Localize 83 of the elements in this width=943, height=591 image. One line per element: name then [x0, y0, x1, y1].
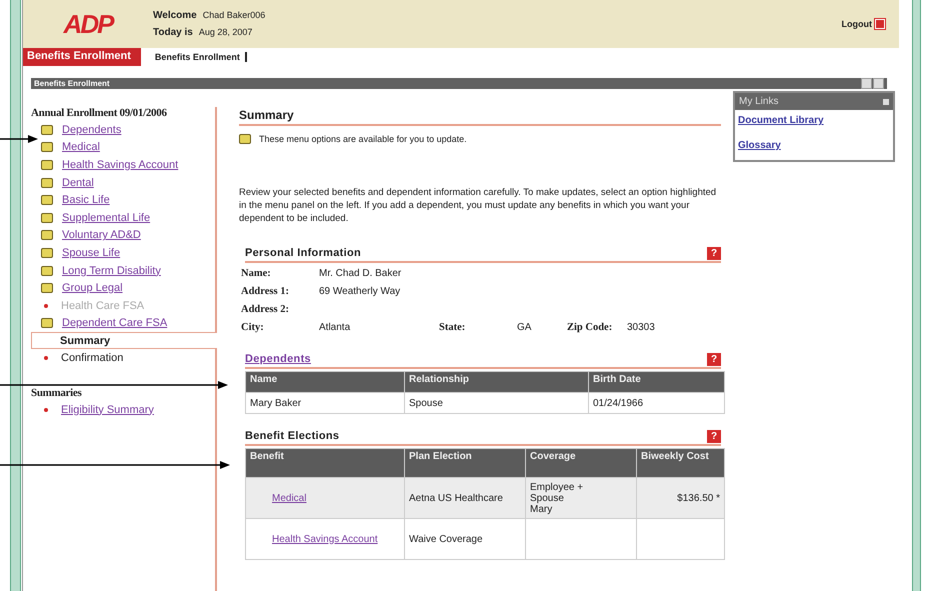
- field-label: Zip Code:: [567, 321, 614, 335]
- help-button[interactable]: ?: [707, 246, 721, 260]
- menu-link[interactable]: Supplemental Life: [62, 212, 150, 224]
- sidebar-heading: Annual Enrollment 09/01/2006: [31, 107, 168, 119]
- menu-link[interactable]: Voluntary AD&D: [62, 229, 141, 242]
- available-icon: [239, 134, 251, 144]
- bullet-icon: [44, 356, 48, 360]
- available-icon: [41, 142, 53, 152]
- available-icon: [41, 160, 53, 170]
- field-value: Mr. Chad D. Baker: [319, 267, 402, 281]
- available-icon: [41, 283, 53, 294]
- menu-link[interactable]: Medical: [62, 141, 100, 154]
- field-label: Address 1:: [241, 285, 290, 299]
- logout-link[interactable]: Logout: [842, 19, 885, 29]
- table-cell: $136.50 *: [636, 478, 724, 518]
- panel-title: Benefits Enrollment: [34, 79, 110, 88]
- legend-text: These menu options are available for you to update.: [259, 134, 467, 144]
- available-icon: [41, 124, 53, 135]
- menu-link[interactable]: Dental: [62, 176, 94, 189]
- intro-text: Review your selected benefits and dependent information carefully. To make updates, select an option highlighted in the menu panel on the left. If you add a dependent, you must update any benefits in which you want your dependent to be included.: [239, 186, 718, 225]
- column-header: Coverage: [526, 448, 636, 478]
- table-cell: Mary Baker: [246, 392, 404, 414]
- welcome-label: Welcome: [153, 10, 197, 21]
- table-cell: 01/24/1966: [588, 392, 724, 414]
- column-header: Biweekly Cost: [636, 448, 724, 478]
- menu-link[interactable]: Spouse Life: [62, 246, 120, 259]
- maximize-icon[interactable]: [861, 78, 872, 89]
- panel-heading: My Links: [739, 96, 778, 107]
- menu-link[interactable]: Group Legal: [62, 282, 123, 294]
- sidebar-link[interactable]: Document Library: [738, 115, 824, 126]
- arrow: [0, 135, 38, 143]
- column-header: Relationship: [404, 372, 588, 392]
- active-tab[interactable]: Benefits Enrollment: [23, 48, 141, 66]
- available-icon: [41, 230, 53, 240]
- column-header: Name: [246, 372, 404, 392]
- available-icon: [41, 266, 53, 276]
- user-name: Chad Baker006: [202, 10, 266, 20]
- field-label: Address 2:: [241, 303, 290, 317]
- bullet-icon: [44, 304, 48, 308]
- section-link[interactable]: Dependents: [245, 353, 311, 365]
- section-heading: Personal Information: [245, 247, 362, 259]
- benefit-link[interactable]: Medical: [272, 492, 306, 504]
- sidebar-heading: Summaries: [31, 386, 82, 399]
- current-date: Aug 28, 2007: [198, 27, 252, 37]
- field-value: 69 Weatherly Way: [319, 285, 402, 299]
- available-icon: [41, 318, 53, 328]
- field-value: GA: [517, 321, 532, 335]
- field-value: Atlanta: [319, 321, 352, 335]
- available-icon: [41, 212, 53, 223]
- collapse-icon[interactable]: [883, 98, 889, 104]
- logout-icon: [875, 19, 885, 29]
- table-cell: Waive Coverage: [404, 518, 526, 560]
- table-cell: Employee + Spouse Mary: [526, 478, 636, 518]
- section-heading: Benefit Elections: [245, 430, 340, 442]
- table-cell: Spouse: [404, 392, 588, 414]
- menu-link[interactable]: Long Term Disability: [62, 264, 161, 277]
- benefit-link[interactable]: Health Savings Account: [272, 534, 378, 544]
- available-icon: [41, 195, 53, 206]
- column-header: Birth Date: [588, 372, 724, 392]
- column-header: Benefit: [246, 448, 404, 478]
- table-cell: Aetna US Healthcare: [404, 478, 526, 518]
- sidebar-link[interactable]: Glossary: [738, 140, 781, 151]
- field-label: City:: [241, 321, 265, 335]
- menu-item[interactable]: Summary: [60, 334, 110, 347]
- menu-link[interactable]: Dependents: [62, 124, 122, 136]
- date-label: Today is: [153, 27, 193, 38]
- help-button[interactable]: ?: [707, 430, 721, 442]
- minimize-icon[interactable]: [873, 78, 884, 89]
- available-icon: [41, 178, 53, 188]
- menu-link[interactable]: Dependent Care FSA: [62, 317, 168, 330]
- field-value: 30303: [627, 321, 656, 335]
- menu-link[interactable]: Eligibility Summary: [61, 404, 154, 416]
- bullet-icon: [44, 408, 48, 412]
- page-title: Summary: [239, 108, 294, 122]
- help-button[interactable]: ?: [707, 352, 721, 366]
- field-label: Name:: [241, 267, 272, 281]
- field-label: State:: [439, 321, 466, 335]
- column-header: Plan Election: [404, 448, 526, 478]
- breadcrumb-link[interactable]: Benefits Enrollment: [154, 52, 247, 62]
- menu-link[interactable]: Basic Life: [62, 194, 110, 206]
- menu-link[interactable]: Health Savings Account: [62, 158, 178, 171]
- logo: ADP: [62, 8, 114, 40]
- available-icon: [41, 248, 53, 258]
